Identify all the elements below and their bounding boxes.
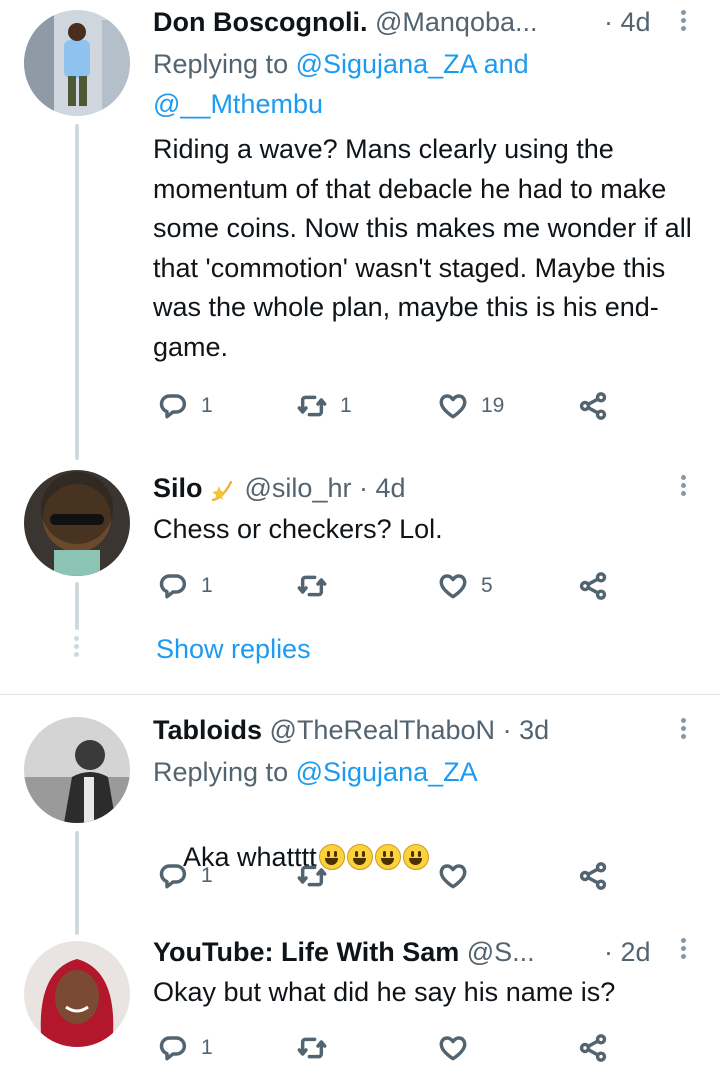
- share-icon: [577, 1032, 609, 1064]
- share-button[interactable]: [577, 1028, 609, 1068]
- user-handle[interactable]: @silo_hr: [245, 473, 352, 503]
- user-handle[interactable]: @TheRealThaboN: [270, 715, 496, 745]
- avatar[interactable]: [24, 717, 130, 823]
- reply-icon: [157, 1032, 189, 1064]
- reply-icon: [157, 860, 189, 892]
- reply-icon: [157, 570, 189, 602]
- retweet-button[interactable]: [296, 856, 340, 896]
- tweet-actions: 1 1 19: [153, 386, 623, 426]
- thread-line: [75, 124, 79, 460]
- more-vertical-icon[interactable]: [678, 7, 688, 39]
- share-icon: [577, 860, 609, 892]
- tweet-header: Tabloids @TheRealThaboN · 3d: [153, 710, 720, 750]
- share-button[interactable]: [577, 856, 609, 896]
- like-button[interactable]: [437, 856, 481, 896]
- like-button[interactable]: 19: [437, 386, 504, 426]
- share-icon: [577, 390, 609, 422]
- thread-continuation-dots: [74, 633, 80, 661]
- tweet-don-boscognoli[interactable]: Don Boscognoli. @Manqoba... · 4d Replyin…: [0, 0, 720, 460]
- tweet-text: Riding a wave? Mans clearly using the mo…: [153, 134, 700, 362]
- retweet-icon: [296, 390, 328, 422]
- avatar[interactable]: [24, 470, 130, 576]
- retweet-button[interactable]: 1: [296, 386, 352, 426]
- timestamp[interactable]: · 3d: [503, 715, 550, 745]
- retweet-icon: [296, 570, 328, 602]
- heart-icon: [437, 860, 469, 892]
- reply-count: 1: [201, 394, 213, 417]
- tweet-text: Okay but what did he say his name is?: [153, 977, 616, 1007]
- heart-icon: [437, 390, 469, 422]
- display-name[interactable]: YouTube: Life With Sam: [153, 937, 459, 967]
- more-vertical-icon[interactable]: [678, 715, 688, 747]
- thread-line: [75, 831, 79, 935]
- reply-button[interactable]: 1: [157, 856, 213, 896]
- like-count: 19: [481, 394, 505, 417]
- replying-to: Replying to @Sigujana_ZA: [153, 752, 478, 792]
- like-button[interactable]: 5: [437, 566, 493, 606]
- show-replies-link[interactable]: Show replies: [156, 629, 311, 669]
- retweet-icon: [296, 860, 328, 892]
- tweet-header: Silo @silo_hr · 4d: [153, 468, 720, 508]
- retweet-button[interactable]: [296, 566, 340, 606]
- avatar[interactable]: [24, 10, 130, 116]
- replying-to-line2: @__Mthembu: [153, 84, 323, 124]
- thread-line: [75, 582, 79, 630]
- avatar[interactable]: [24, 941, 130, 1047]
- display-name[interactable]: Tabloids: [153, 715, 262, 745]
- timestamp[interactable]: · 4d: [359, 473, 406, 503]
- display-name[interactable]: Don Boscognoli.: [153, 7, 367, 37]
- heart-icon: [437, 1032, 469, 1064]
- replying-to: Replying to @Sigujana_ZA and: [153, 44, 529, 84]
- reply-icon: [157, 390, 189, 422]
- replying-to-label: Replying to: [153, 757, 289, 787]
- share-button[interactable]: [577, 386, 609, 426]
- reply-count: 1: [201, 864, 213, 887]
- more-vertical-icon[interactable]: [678, 472, 688, 504]
- user-handle[interactable]: @S...: [467, 937, 535, 967]
- user-handle[interactable]: @Manqoba...: [375, 7, 538, 37]
- tweet-life-with-sam[interactable]: YouTube: Life With Sam @S... · 2d Okay b…: [0, 935, 720, 1044]
- tweet-silo[interactable]: Silo @silo_hr · 4d Chess or checkers? Lo…: [0, 460, 720, 630]
- tweet-header: Don Boscognoli. @Manqoba... · 4d: [153, 2, 720, 42]
- timestamp[interactable]: · 2d: [604, 932, 651, 972]
- like-button[interactable]: [437, 1028, 469, 1068]
- mention-link[interactable]: @__Mthembu: [153, 89, 323, 119]
- retweet-icon: [296, 1032, 328, 1064]
- tweet-actions: 1: [153, 1028, 623, 1068]
- mention-link[interactable]: @Sigujana_ZA: [296, 757, 478, 787]
- reply-count: 1: [201, 574, 213, 597]
- share-button[interactable]: [577, 566, 609, 606]
- reply-count: 1: [201, 1036, 213, 1059]
- more-vertical-icon[interactable]: [678, 935, 688, 967]
- sparkle-icon: [211, 480, 232, 502]
- display-name[interactable]: Silo: [153, 473, 203, 503]
- replying-to-label: Replying to: [153, 49, 289, 79]
- mention-link[interactable]: @Sigujana_ZA and: [296, 49, 529, 79]
- retweet-count: 1: [340, 394, 352, 417]
- share-icon: [577, 570, 609, 602]
- reply-button[interactable]: 1: [157, 566, 213, 606]
- like-count: 5: [481, 574, 493, 597]
- heart-icon: [437, 570, 469, 602]
- reply-button[interactable]: 1: [157, 386, 213, 426]
- tweet-actions: 1: [153, 856, 623, 896]
- timestamp[interactable]: · 4d: [604, 2, 651, 42]
- tweet-text: Chess or checkers? Lol.: [153, 514, 443, 544]
- tweet-tabloids[interactable]: Tabloids @TheRealThaboN · 3d Replying to…: [0, 695, 720, 935]
- tweet-header: YouTube: Life With Sam @S... · 2d: [153, 932, 720, 972]
- reply-button[interactable]: 1: [157, 1028, 213, 1068]
- retweet-button[interactable]: [296, 1028, 328, 1068]
- tweet-actions: 1 5: [153, 566, 623, 606]
